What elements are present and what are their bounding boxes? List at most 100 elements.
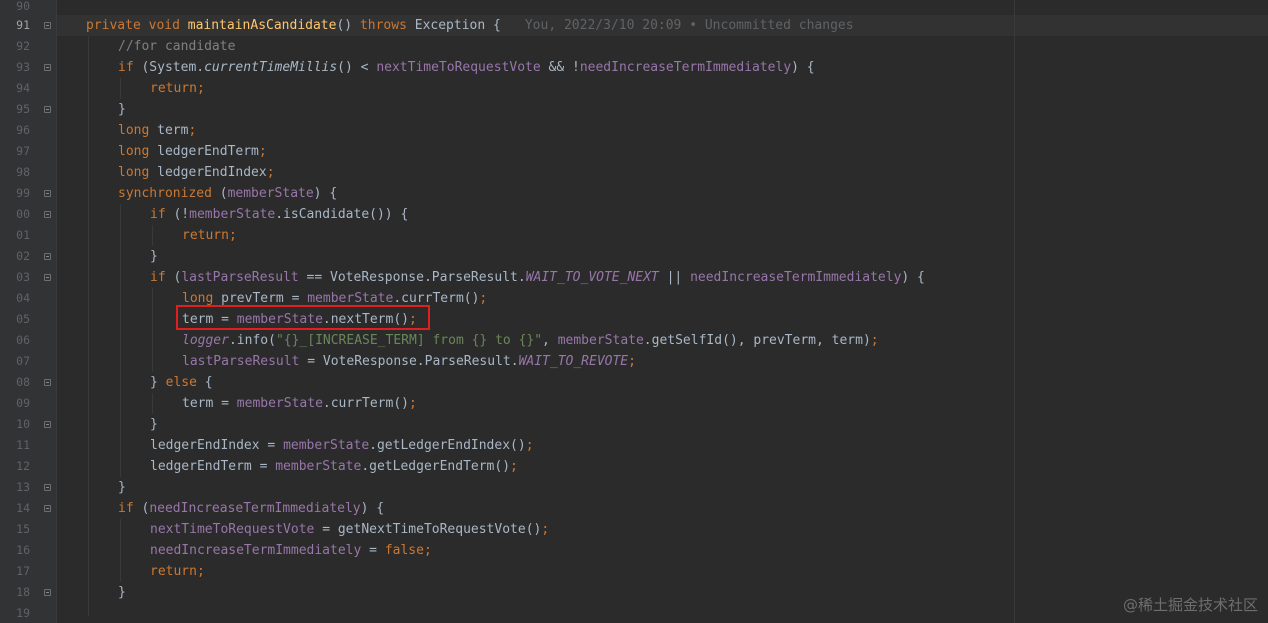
- line-number: 14: [16, 501, 30, 515]
- code-token: ) {: [901, 270, 925, 285]
- line-number: 12: [16, 459, 30, 473]
- code-token: if: [118, 60, 134, 75]
- fold-toggle-icon[interactable]: [44, 421, 51, 428]
- line-number: 02: [16, 249, 30, 263]
- code-line: lastParseResult = VoteResponse.ParseResu…: [182, 351, 636, 372]
- code-token: .getLedgerEndTerm(): [361, 459, 511, 474]
- code-token: memberState: [236, 396, 323, 411]
- code-line: }: [118, 477, 126, 498]
- code-token: ;: [628, 354, 636, 369]
- code-line: private void maintainAsCandidate() throw…: [86, 15, 854, 36]
- line-number: 11: [16, 438, 30, 452]
- code-token: == VoteResponse.ParseResult.: [298, 270, 526, 285]
- code-token: && !: [540, 60, 580, 75]
- code-token: lastParseResult: [182, 354, 300, 369]
- code-token: nextTimeToRequestVote: [150, 522, 315, 537]
- code-line: needIncreaseTermImmediately = false;: [150, 540, 432, 561]
- code-line: ledgerEndTerm = memberState.getLedgerEnd…: [150, 456, 518, 477]
- code-token: needIncreaseTermImmediately: [149, 501, 361, 516]
- code-token: (: [211, 186, 228, 201]
- line-number: 08: [16, 375, 30, 389]
- code-token: (System.: [133, 60, 205, 75]
- code-line: long ledgerEndIndex;: [118, 162, 275, 183]
- code-token: memberState: [283, 438, 370, 453]
- code-token: ) {: [313, 186, 338, 201]
- code-token: ;: [870, 333, 879, 348]
- line-number: 18: [16, 585, 30, 599]
- code-line: return;: [182, 225, 237, 246]
- code-line: }: [118, 582, 126, 603]
- code-token: ;: [258, 144, 267, 159]
- code-token: (: [165, 270, 182, 285]
- code-token: long: [118, 165, 150, 180]
- line-number: 10: [16, 417, 30, 431]
- fold-toggle-icon[interactable]: [44, 190, 51, 197]
- code-line: return;: [150, 78, 205, 99]
- code-token: memberState: [227, 186, 314, 201]
- code-token: synchronized: [118, 186, 212, 201]
- code-token: = VoteResponse.ParseResult.: [299, 354, 519, 369]
- code-token: () <: [337, 60, 377, 75]
- git-blame-annotation: You, 2022/3/10 20:09 • Uncommitted chang…: [524, 18, 854, 33]
- code-token: .currTerm(): [322, 396, 409, 411]
- fold-toggle-icon[interactable]: [44, 505, 51, 512]
- code-token: ;: [510, 459, 518, 474]
- code-token: long: [182, 291, 214, 306]
- code-line: nextTimeToRequestVote = getNextTimeToReq…: [150, 519, 549, 540]
- line-number: 01: [16, 228, 30, 242]
- code-token: false: [384, 543, 424, 558]
- line-number: 13: [16, 480, 30, 494]
- code-line: }: [150, 246, 158, 267]
- fold-toggle-icon[interactable]: [44, 274, 51, 281]
- code-token: }: [150, 249, 158, 264]
- code-token: {: [196, 375, 213, 390]
- code-token: memberState: [557, 333, 644, 348]
- line-number: 96: [16, 123, 30, 137]
- line-number: 98: [16, 165, 30, 179]
- code-token: ;: [525, 438, 534, 453]
- indent-guide: [152, 288, 153, 372]
- fold-toggle-icon[interactable]: [44, 484, 51, 491]
- code-token: .getSelfId(), prevTerm, term): [643, 333, 871, 348]
- code-line: long ledgerEndTerm;: [118, 141, 267, 162]
- code-token: ;: [541, 522, 550, 537]
- code-token: ;: [196, 564, 205, 579]
- code-token: }: [150, 375, 166, 390]
- code-line: if (System.currentTimeMillis() < nextTim…: [118, 57, 815, 78]
- line-number: 91: [16, 18, 30, 32]
- code-line: logger.info("{}_[INCREASE_TERM] from {} …: [182, 330, 879, 351]
- fold-toggle-icon[interactable]: [44, 253, 51, 260]
- code-comment: //for candidate: [118, 39, 236, 54]
- code-token: ) {: [360, 501, 385, 516]
- code-token: ledgerEndIndex: [149, 165, 267, 180]
- code-token: logger: [182, 333, 229, 348]
- code-line: synchronized (memberState) {: [118, 183, 337, 204]
- code-token: prevTerm =: [213, 291, 308, 306]
- code-token: if: [150, 270, 166, 285]
- code-token: ;: [188, 123, 197, 138]
- fold-toggle-icon[interactable]: [44, 106, 51, 113]
- code-token: = getNextTimeToRequestVote(): [314, 522, 542, 537]
- line-number: 94: [16, 81, 30, 95]
- code-token: (): [336, 18, 360, 33]
- line-number: 07: [16, 354, 30, 368]
- code-line: if (lastParseResult == VoteResponse.Pars…: [150, 267, 925, 288]
- fold-toggle-icon[interactable]: [44, 22, 51, 29]
- code-token: maintainAsCandidate: [187, 18, 337, 33]
- fold-toggle-icon[interactable]: [44, 211, 51, 218]
- code-line: //for candidate: [118, 36, 235, 57]
- code-token: WAIT_TO_VOTE_NEXT: [525, 270, 659, 285]
- fold-toggle-icon[interactable]: [44, 589, 51, 596]
- right-margin-guide: [1014, 0, 1015, 623]
- fold-toggle-icon[interactable]: [44, 64, 51, 71]
- line-number: 97: [16, 144, 30, 158]
- code-line: term = memberState.currTerm();: [182, 393, 417, 414]
- code-token: ,: [542, 333, 558, 348]
- fold-toggle-icon[interactable]: [44, 379, 51, 386]
- indent-guide: [120, 204, 121, 477]
- code-line: ledgerEndIndex = memberState.getLedgerEn…: [150, 435, 534, 456]
- code-token: if: [118, 501, 134, 516]
- code-token: =: [361, 543, 385, 558]
- line-number-gutter: 90 91 92 93 94 95 96 97 98 99 00 01 02 0…: [0, 0, 56, 623]
- code-token: throws: [359, 18, 407, 33]
